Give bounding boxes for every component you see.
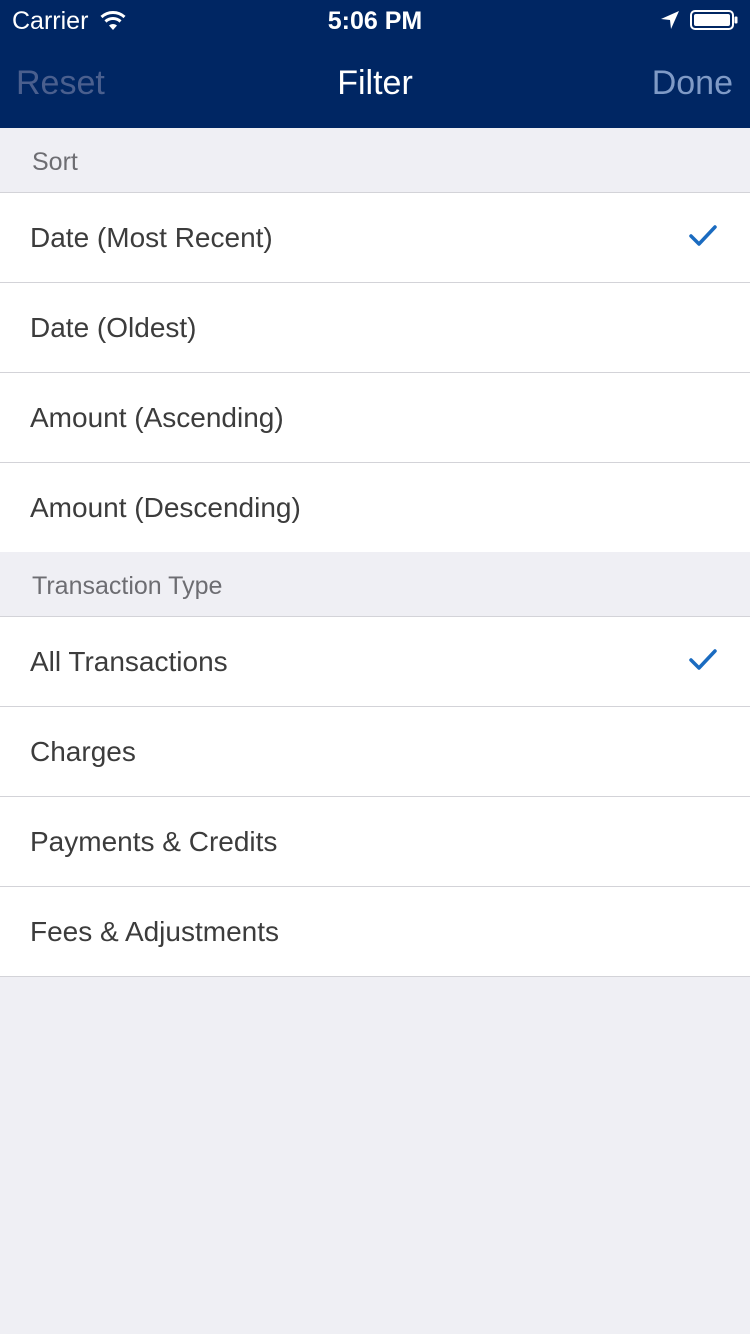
sort-option-date-most-recent[interactable]: Date (Most Recent) [0, 193, 750, 283]
type-option-charges[interactable]: Charges [0, 707, 750, 797]
option-label: Date (Most Recent) [30, 222, 273, 253]
section-header-sort: Sort [0, 128, 750, 193]
option-label: Charges [30, 736, 136, 767]
type-option-all-transactions[interactable]: All Transactions [0, 617, 750, 707]
sort-option-date-oldest[interactable]: Date (Oldest) [0, 283, 750, 373]
section-header-label: Transaction Type [32, 572, 223, 600]
sort-option-amount-descending[interactable]: Amount (Descending) [0, 463, 750, 553]
battery-icon [690, 10, 738, 30]
done-button[interactable]: Done [652, 64, 733, 103]
option-label: Fees & Adjustments [30, 916, 280, 947]
status-bar: Carrier 5:06 PM [0, 0, 750, 40]
section-header-label: Sort [32, 148, 78, 176]
sort-option-amount-ascending[interactable]: Amount (Ascending) [0, 373, 750, 463]
status-time: 5:06 PM [327, 7, 423, 35]
section-header-transaction-type: Transaction Type [0, 552, 750, 617]
checkmark-icon [689, 225, 717, 246]
checkmark-icon [689, 649, 717, 670]
option-label: Amount (Descending) [30, 492, 301, 523]
option-label: All Transactions [30, 646, 228, 677]
page-title: Filter [337, 64, 413, 102]
option-label: Amount (Ascending) [30, 402, 284, 433]
option-label: Date (Oldest) [30, 312, 197, 343]
type-option-payments-credits[interactable]: Payments & Credits [0, 797, 750, 887]
navigation-bar: Reset Filter Done [0, 40, 750, 128]
top-bar: Carrier 5:06 PM Reset Filter Done [0, 0, 750, 128]
option-label: Payments & Credits [30, 826, 278, 857]
type-option-fees-adjustments[interactable]: Fees & Adjustments [0, 887, 750, 977]
location-arrow-icon [661, 11, 679, 29]
